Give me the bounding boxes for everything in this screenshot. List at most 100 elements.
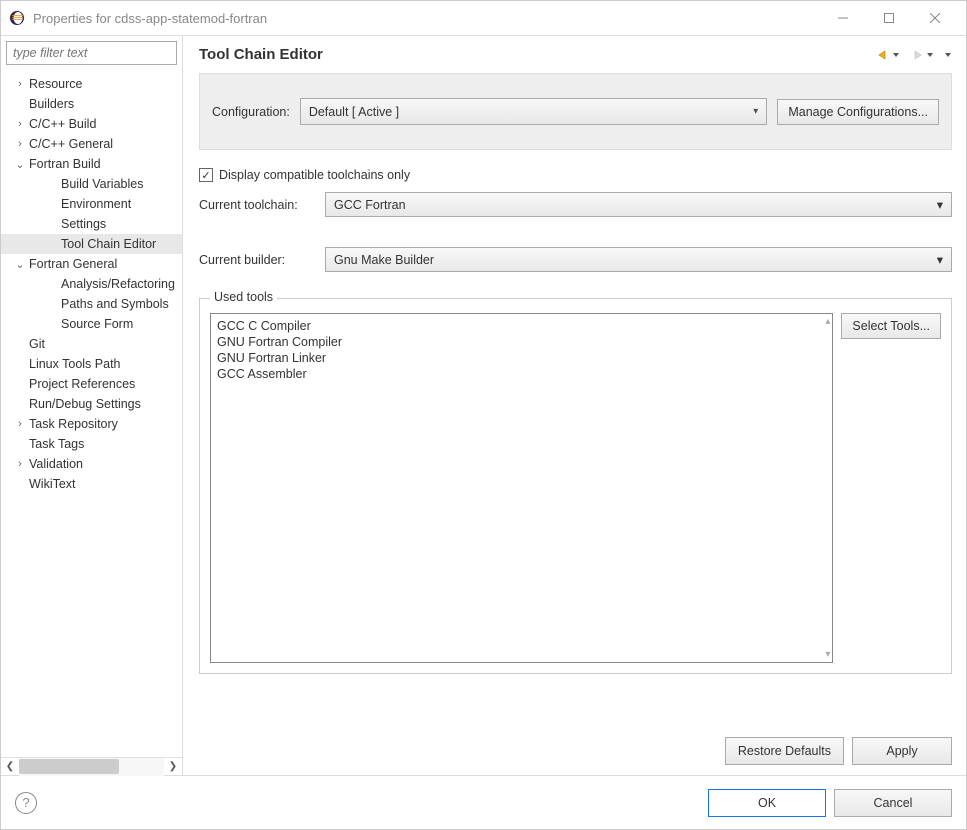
tree-item-label: Git — [27, 336, 47, 352]
tree-item-label: C/C++ Build — [27, 116, 98, 132]
tree-item[interactable]: ›C/C++ General — [1, 134, 182, 154]
toolchain-select[interactable]: GCC Fortran ▾ — [325, 192, 952, 217]
compat-checkbox-row[interactable]: ✓ Display compatible toolchains only — [199, 168, 952, 182]
content-panel: Tool Chain Editor — [183, 36, 966, 775]
chevron-right-icon[interactable]: › — [13, 118, 27, 130]
configuration-bar: Configuration: Default [ Active ] ▾ Mana… — [199, 73, 952, 150]
chevron-down-icon: ▾ — [753, 106, 758, 117]
tree-item-label: Settings — [59, 216, 108, 232]
scroll-up-icon[interactable]: ▴ — [825, 316, 830, 327]
list-item[interactable]: GNU Fortran Linker — [217, 350, 826, 366]
tree-item[interactable]: Analysis/Refactoring — [1, 274, 182, 294]
chevron-right-icon[interactable]: › — [13, 418, 27, 430]
cancel-button[interactable]: Cancel — [834, 789, 952, 817]
checkbox-icon[interactable]: ✓ — [199, 168, 213, 182]
tree-item[interactable]: Git — [1, 334, 182, 354]
filter-input[interactable] — [6, 41, 177, 65]
tree-item[interactable]: WikiText — [1, 474, 182, 494]
toolchain-label: Current toolchain: — [199, 198, 315, 212]
chevron-right-icon[interactable]: › — [13, 458, 27, 470]
tree-item-label: Task Repository — [27, 416, 120, 432]
tree-item[interactable]: Source Form — [1, 314, 182, 334]
tree-item-label: Resource — [27, 76, 85, 92]
list-item[interactable]: GCC C Compiler — [217, 318, 826, 334]
tree-item[interactable]: Build Variables — [1, 174, 182, 194]
close-button[interactable] — [912, 3, 958, 33]
used-tools-fieldset: Used tools ▴ GCC C CompilerGNU Fortran C… — [199, 298, 952, 674]
toolchain-value: GCC Fortran — [334, 198, 406, 212]
tree-item-label: Source Form — [59, 316, 135, 332]
tree-item-label: Run/Debug Settings — [27, 396, 143, 412]
chevron-down-icon: ▾ — [937, 197, 943, 212]
tree-item-label: Fortran Build — [27, 156, 103, 172]
tree-item[interactable]: ⌄Fortran General — [1, 254, 182, 274]
builder-label: Current builder: — [199, 253, 315, 267]
builder-value: Gnu Make Builder — [334, 253, 434, 267]
scroll-left-icon[interactable]: ❮ — [1, 758, 19, 776]
forward-dropdown-icon[interactable] — [926, 49, 934, 61]
list-item[interactable]: GNU Fortran Compiler — [217, 334, 826, 350]
tree-item-label: Paths and Symbols — [59, 296, 171, 312]
tree-item-label: Analysis/Refactoring — [59, 276, 177, 292]
tree-item-label: Build Variables — [59, 176, 145, 192]
builder-select[interactable]: Gnu Make Builder ▾ — [325, 247, 952, 272]
forward-icon[interactable] — [910, 49, 924, 61]
compat-checkbox-label: Display compatible toolchains only — [219, 168, 410, 182]
help-icon[interactable]: ? — [15, 792, 37, 814]
maximize-button[interactable] — [866, 3, 912, 33]
chevron-down-icon: ▾ — [937, 252, 943, 267]
tree-item[interactable]: ›Validation — [1, 454, 182, 474]
scroll-right-icon[interactable]: ❯ — [164, 758, 182, 776]
tree-item[interactable]: ›Resource — [1, 74, 182, 94]
window-title: Properties for cdss-app-statemod-fortran — [33, 11, 820, 26]
tree-item[interactable]: Run/Debug Settings — [1, 394, 182, 414]
back-dropdown-icon[interactable] — [892, 49, 900, 61]
list-item[interactable]: GCC Assembler — [217, 366, 826, 382]
dialog-button-bar: ? OK Cancel — [1, 775, 966, 829]
tree-item[interactable]: ›C/C++ Build — [1, 114, 182, 134]
page-title: Tool Chain Editor — [199, 46, 876, 63]
apply-button[interactable]: Apply — [852, 737, 952, 765]
chevron-down-icon[interactable]: ⌄ — [13, 158, 27, 171]
chevron-right-icon[interactable]: › — [13, 78, 27, 90]
ok-button[interactable]: OK — [708, 789, 826, 817]
minimize-button[interactable] — [820, 3, 866, 33]
sidebar-horizontal-scrollbar[interactable]: ❮ ❯ — [1, 757, 182, 775]
tree-item-label: Validation — [27, 456, 85, 472]
configuration-select[interactable]: Default [ Active ] ▾ — [300, 98, 768, 125]
menu-dropdown-icon[interactable] — [944, 49, 952, 61]
tree-item-label: Linux Tools Path — [27, 356, 123, 372]
tree-item-label: Project References — [27, 376, 137, 392]
tree-item[interactable]: Environment — [1, 194, 182, 214]
scroll-down-icon[interactable]: ▾ — [825, 649, 830, 660]
tree-item[interactable]: Builders — [1, 94, 182, 114]
used-tools-legend: Used tools — [210, 290, 277, 304]
used-tools-list[interactable]: ▴ GCC C CompilerGNU Fortran CompilerGNU … — [210, 313, 833, 663]
tree-item[interactable]: ⌄Fortran Build — [1, 154, 182, 174]
tree-item-label: Task Tags — [27, 436, 86, 452]
tree-item-label: Fortran General — [27, 256, 119, 272]
tree-item[interactable]: Linux Tools Path — [1, 354, 182, 374]
tree-item[interactable]: Task Tags — [1, 434, 182, 454]
tree-item-label: Builders — [27, 96, 76, 112]
chevron-right-icon[interactable]: › — [13, 138, 27, 150]
tree-item[interactable]: Settings — [1, 214, 182, 234]
tree-item[interactable]: Project References — [1, 374, 182, 394]
tree-item[interactable]: Tool Chain Editor — [1, 234, 182, 254]
tree-item-label: WikiText — [27, 476, 78, 492]
tree-item-label: Environment — [59, 196, 133, 212]
back-icon[interactable] — [876, 49, 890, 61]
window-controls — [820, 3, 958, 33]
manage-configurations-button[interactable]: Manage Configurations... — [777, 99, 939, 125]
select-tools-button[interactable]: Select Tools... — [841, 313, 941, 339]
tree-item[interactable]: ›Task Repository — [1, 414, 182, 434]
titlebar: Properties for cdss-app-statemod-fortran — [1, 1, 966, 35]
category-tree: ›ResourceBuilders›C/C++ Build›C/C++ Gene… — [1, 70, 182, 757]
tree-item-label: Tool Chain Editor — [59, 236, 158, 252]
sidebar: ›ResourceBuilders›C/C++ Build›C/C++ Gene… — [1, 36, 183, 775]
chevron-down-icon[interactable]: ⌄ — [13, 258, 27, 271]
eclipse-icon — [9, 10, 25, 26]
tree-item-label: C/C++ General — [27, 136, 115, 152]
restore-defaults-button[interactable]: Restore Defaults — [725, 737, 844, 765]
tree-item[interactable]: Paths and Symbols — [1, 294, 182, 314]
